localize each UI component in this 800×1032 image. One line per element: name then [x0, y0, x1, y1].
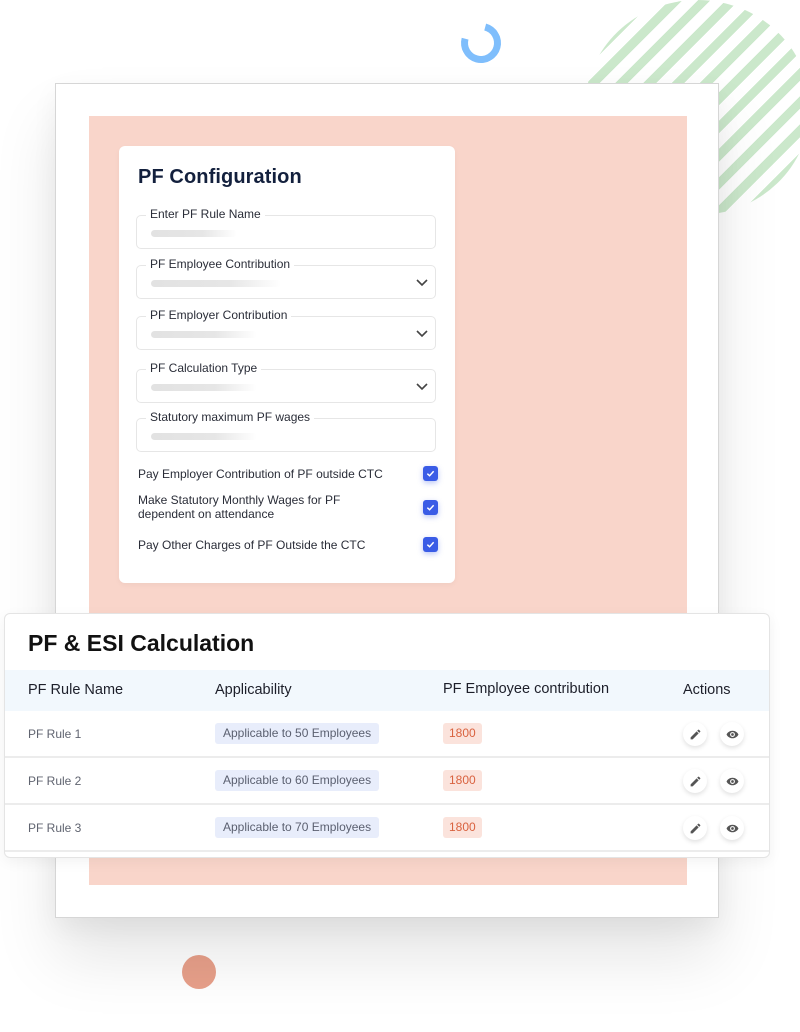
config-title: PF Configuration	[138, 166, 302, 188]
column-header-actions: Actions	[683, 682, 731, 698]
eye-icon	[726, 824, 738, 832]
pencil-icon	[690, 823, 700, 833]
field-label: Enter PF Rule Name	[146, 207, 265, 221]
contribution-badge: 1800	[443, 723, 482, 744]
check-icon	[426, 504, 435, 511]
applicability-badge: Applicable to 50 Employees	[215, 723, 380, 744]
field-label: PF Employee Contribution	[146, 257, 295, 271]
field-placeholder-skeleton	[151, 433, 257, 440]
chevron-down-icon	[416, 330, 428, 338]
pf-calculation-type-select[interactable]: PF Calculation Type	[136, 361, 436, 403]
pay-employer-contribution-checkbox[interactable]	[423, 466, 438, 481]
field-label: PF Employer Contribution	[146, 308, 292, 322]
checkbox-row: Make Statutory Monthly Wages for PF depe…	[138, 493, 438, 521]
eye-icon	[726, 777, 738, 785]
view-button[interactable]	[720, 816, 744, 840]
view-button[interactable]	[720, 769, 744, 793]
table-row: PF Rule 1 Applicable to 50 Employees 180…	[5, 711, 769, 758]
table-title: PF & ESI Calculation	[28, 630, 255, 656]
check-icon	[426, 470, 435, 477]
table-header: PF Rule Name Applicability PF Employee c…	[5, 670, 769, 711]
dot-decoration	[182, 955, 216, 989]
edit-button[interactable]	[683, 769, 707, 793]
edit-button[interactable]	[683, 816, 707, 840]
pencil-icon	[690, 729, 700, 739]
contribution-badge: 1800	[443, 817, 482, 838]
checkbox-row: Pay Other Charges of PF Outside the CTC	[138, 537, 438, 552]
field-label: Statutory maximum PF wages	[146, 410, 315, 424]
checkbox-label: Pay Other Charges of PF Outside the CTC	[138, 537, 366, 552]
pay-other-charges-checkbox[interactable]	[423, 537, 438, 552]
pf-employee-contribution-select[interactable]: PF Employee Contribution	[136, 257, 436, 299]
checkbox-label: Make Statutory Monthly Wages for PF depe…	[138, 493, 341, 521]
edit-button[interactable]	[683, 722, 707, 746]
column-header-applicability: Applicability	[215, 682, 292, 698]
column-header-rule-name: PF Rule Name	[28, 682, 124, 698]
ring-decoration	[453, 15, 509, 71]
statutory-max-pf-wages-field[interactable]: Statutory maximum PF wages	[136, 410, 436, 452]
field-label: PF Calculation Type	[146, 361, 262, 375]
field-placeholder-skeleton	[151, 384, 257, 391]
field-placeholder-skeleton	[151, 280, 281, 287]
contribution-badge: 1800	[443, 770, 482, 791]
pf-configuration-card: PF Configuration Enter PF Rule Name PF E…	[119, 146, 455, 583]
view-button[interactable]	[720, 722, 744, 746]
checkbox-row: Pay Employer Contribution of PF outside …	[138, 466, 438, 481]
rule-name-cell: PF Rule 1	[28, 727, 82, 741]
table-row: PF Rule 3 Applicable to 70 Employees 180…	[5, 805, 769, 852]
applicability-badge: Applicable to 60 Employees	[215, 770, 380, 791]
field-placeholder-skeleton	[151, 331, 257, 338]
chevron-down-icon	[416, 279, 428, 287]
applicability-badge: Applicable to 70 Employees	[215, 817, 380, 838]
column-header-contribution: PF Employee contribution	[443, 681, 610, 697]
eye-icon	[726, 730, 738, 738]
field-placeholder-skeleton	[151, 230, 237, 237]
pencil-icon	[690, 776, 700, 786]
check-icon	[426, 541, 435, 548]
chevron-down-icon	[416, 383, 428, 391]
rule-name-cell: PF Rule 2	[28, 774, 82, 788]
pf-employer-contribution-select[interactable]: PF Employer Contribution	[136, 308, 436, 350]
pf-rule-name-field[interactable]: Enter PF Rule Name	[136, 207, 436, 249]
rule-name-cell: PF Rule 3	[28, 821, 82, 835]
checkbox-label: Pay Employer Contribution of PF outside …	[138, 466, 383, 481]
statutory-wages-attendance-checkbox[interactable]	[423, 499, 438, 515]
table-row: PF Rule 2 Applicable to 60 Employees 180…	[5, 758, 769, 805]
pf-esi-calculation-table: PF & ESI Calculation PF Rule Name Applic…	[4, 613, 770, 858]
